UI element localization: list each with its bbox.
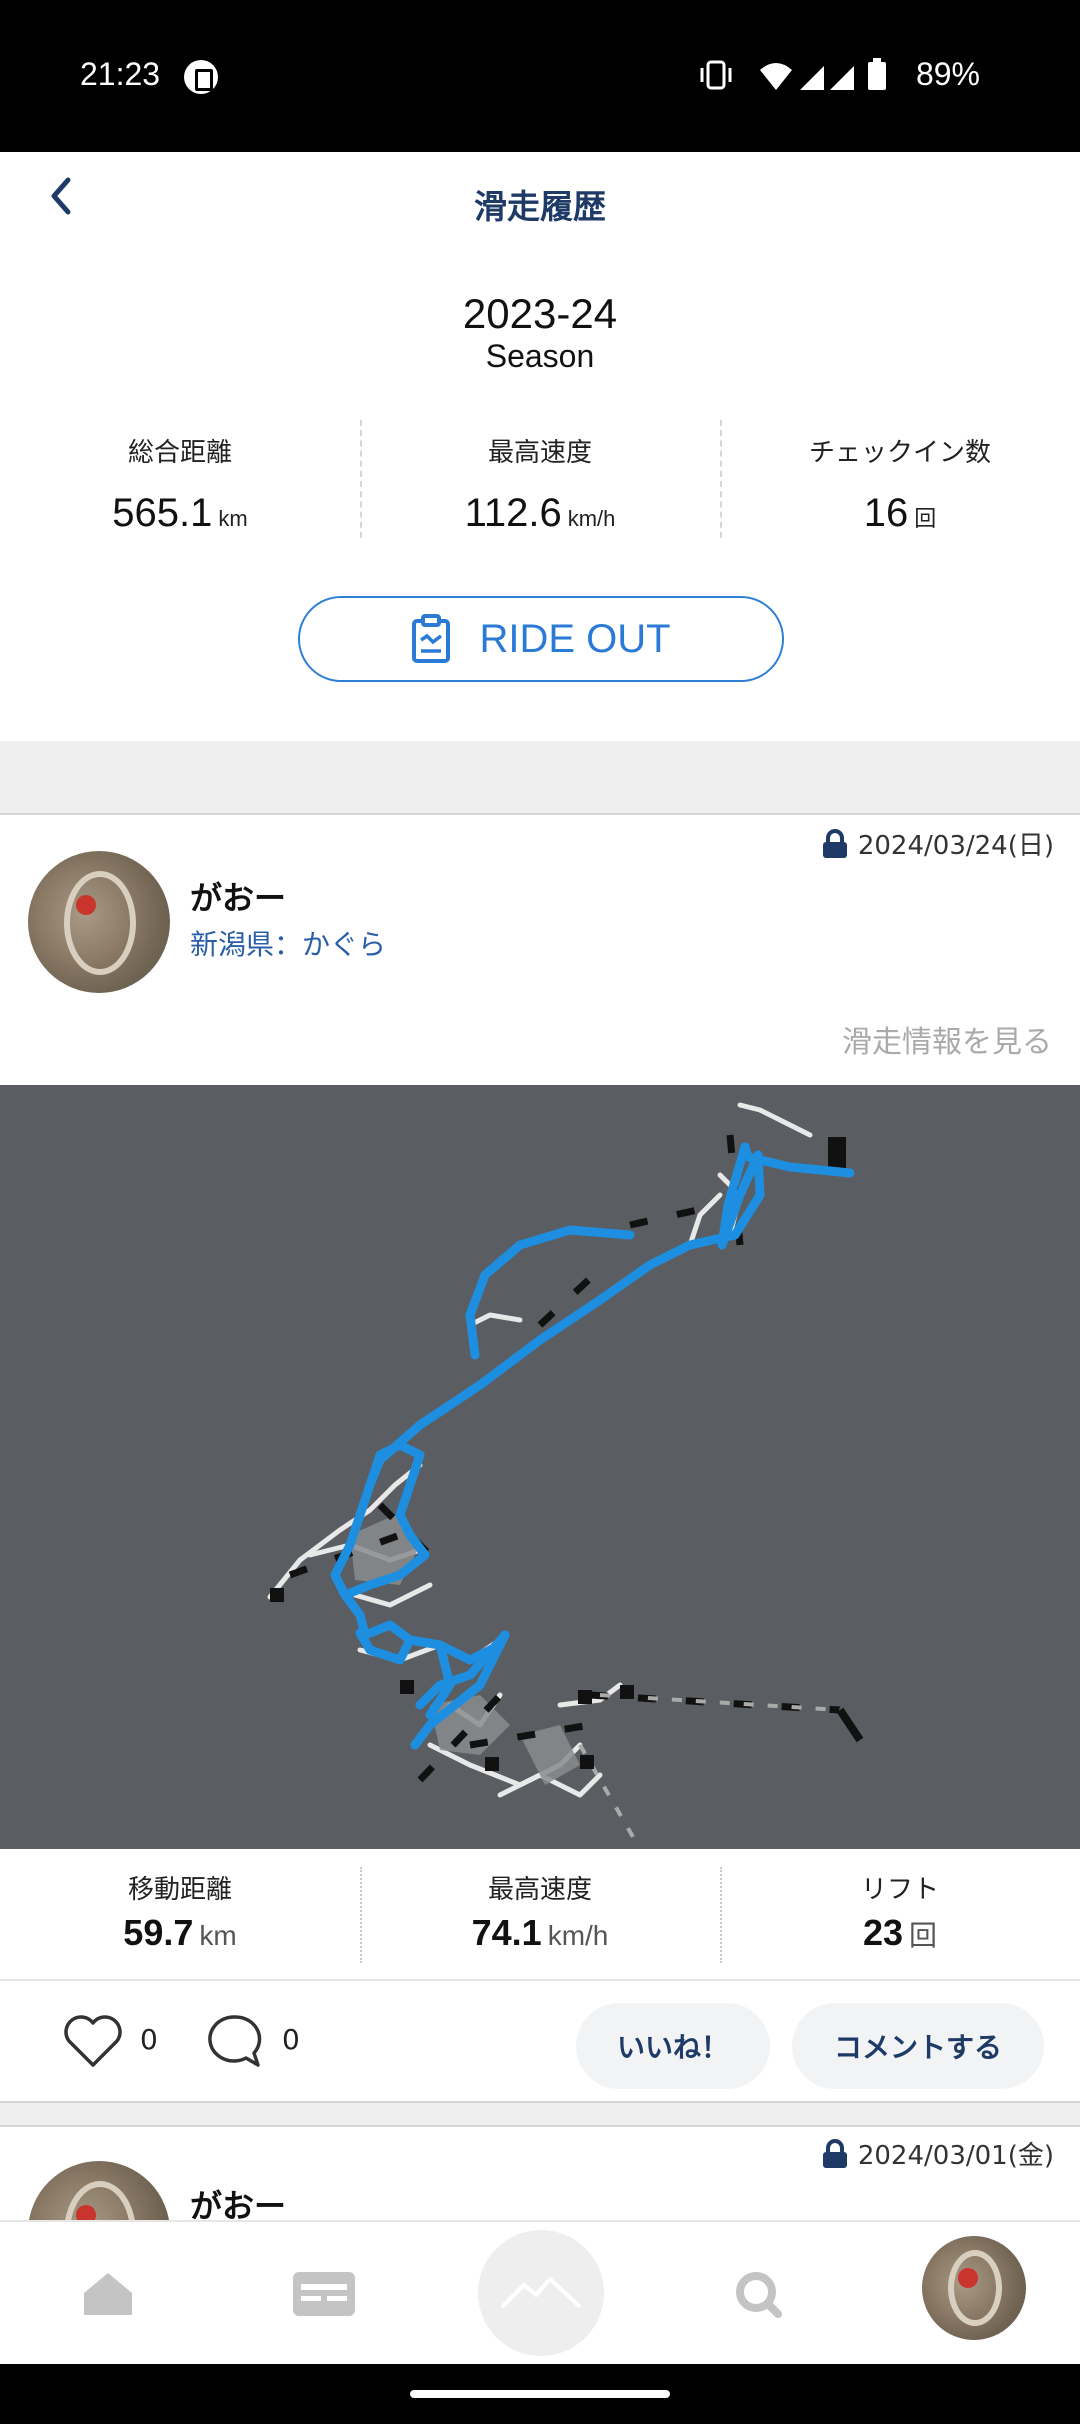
notification-icon: [184, 60, 218, 94]
heart-icon[interactable]: [62, 2011, 124, 2069]
ride-post[interactable]: 2024/03/01(金) がおー: [0, 2129, 1080, 2220]
avatar[interactable]: [28, 851, 170, 993]
post-actions: 0 0 いいね！ コメントする: [0, 1983, 1080, 2101]
nav-home[interactable]: [68, 2254, 148, 2334]
status-time: 21:23: [80, 56, 161, 92]
stat-checkins: チェックイン数 16 回: [720, 420, 1080, 540]
stat-max-speed: 最高速度 74.1 km/h: [360, 1849, 720, 1979]
ride-track-map[interactable]: [0, 1085, 1080, 1849]
stat-value: 112.6 km/h: [464, 491, 616, 535]
section-divider: [0, 741, 1080, 815]
ride-stats: 移動距離 59.7 km 最高速度 74.1 km/h リフト 23 回: [0, 1849, 1080, 1981]
home-icon: [84, 2273, 132, 2315]
card-icon: [293, 2272, 355, 2316]
stat-distance: 移動距離 59.7 km: [0, 1849, 360, 1979]
ride-out-label: RIDE OUT: [479, 616, 671, 661]
stat-value: 74.1 km/h: [471, 1912, 609, 1953]
season-label: Season: [485, 338, 595, 374]
status-icons: [700, 58, 886, 90]
season-year: 2023-24: [462, 290, 618, 337]
comment-button[interactable]: コメントする: [792, 2003, 1044, 2089]
post-divider: [0, 2101, 1080, 2127]
nav-card[interactable]: [284, 2254, 364, 2334]
user-name[interactable]: がおー: [190, 2181, 286, 2220]
status-bar: 21:23 89%: [0, 0, 1080, 152]
app-header: 滑走履歴: [0, 152, 1080, 262]
profile-avatar[interactable]: [922, 2236, 1026, 2340]
avatar[interactable]: [28, 2161, 170, 2220]
nav-search[interactable]: [718, 2254, 798, 2334]
stat-label: リフト: [860, 1875, 939, 1905]
gesture-handle[interactable]: [410, 2390, 670, 2398]
resort-location: 新潟県：かぐら: [190, 928, 387, 961]
season-header: 2023-24 Season: [0, 290, 1080, 375]
lock-icon: [822, 2138, 847, 2168]
stat-label: 最高速度: [487, 1875, 592, 1905]
nav-ride[interactable]: [478, 2230, 604, 2356]
stat-label: 総合距離: [127, 438, 232, 468]
like-button[interactable]: いいね！: [576, 2003, 770, 2089]
ride-out-button[interactable]: RIDE OUT: [298, 596, 784, 682]
stat-lift: リフト 23 回: [720, 1849, 1080, 1979]
season-stats: 総合距離 565.1 km 最高速度 112.6 km/h チェックイン数 16 回: [0, 420, 1080, 540]
lock-icon: [822, 828, 847, 858]
view-ride-info-link[interactable]: 滑走情報を見る: [842, 1017, 1052, 1061]
battery-percent: 89%: [915, 56, 980, 92]
stat-label: チェックイン数: [808, 438, 991, 468]
page-title: 滑走履歴: [474, 187, 606, 226]
mountain-icon: [500, 2277, 582, 2309]
speech-bubble-icon[interactable]: [204, 2011, 264, 2071]
post-date: 2024/03/24(日): [822, 825, 1054, 862]
user-name[interactable]: がおー: [190, 873, 286, 919]
stat-value: 23 回: [862, 1912, 938, 1953]
bottom-navigation: [0, 2220, 1080, 2364]
stat-value: 565.1 km: [112, 491, 248, 535]
stat-value: 16 回: [863, 491, 937, 535]
clipboard-icon: [412, 614, 451, 663]
stat-label: 最高速度: [487, 438, 592, 468]
search-icon: [736, 2272, 782, 2318]
stat-total-distance: 総合距離 565.1 km: [0, 420, 360, 540]
stat-value: 59.7 km: [123, 1912, 237, 1953]
comment-count: 0: [282, 2023, 300, 2056]
post-date: 2024/03/01(金): [822, 2135, 1054, 2172]
like-count: 0: [140, 2023, 158, 2056]
stat-label: 移動距離: [127, 1875, 232, 1905]
stat-max-speed: 最高速度 112.6 km/h: [360, 420, 720, 540]
